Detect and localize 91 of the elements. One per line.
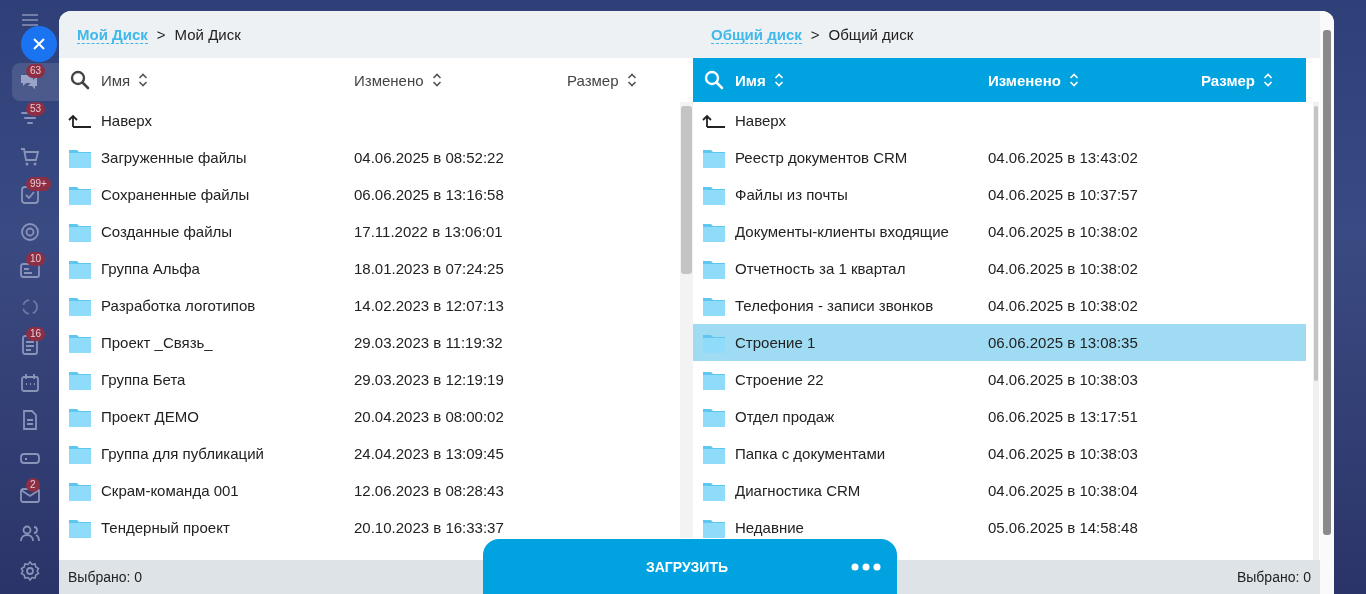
folder-row[interactable]: Загруженные файлы 04.06.2025 в 08:52:22 — [59, 139, 673, 176]
up-row[interactable]: Наверх — [59, 102, 673, 139]
modified-date: 04.06.2025 в 13:43:02 — [988, 149, 1138, 166]
folder-name: Файлы из почты — [735, 186, 848, 203]
modified-date: 29.03.2023 в 11:19:32 — [354, 334, 503, 351]
folder-row[interactable]: Проект _Связь_ 29.03.2023 в 11:19:32 — [59, 324, 673, 361]
folder-name: Отдел продаж — [735, 408, 835, 425]
folder-row[interactable]: Проект ДЕМО 20.04.2023 в 08:00:02 — [59, 398, 673, 435]
folder-name: Папка с документами — [735, 445, 886, 462]
folder-row[interactable]: Отдел продаж 06.06.2025 в 13:17:51 — [693, 398, 1306, 435]
sidebar-item[interactable]: 63 — [12, 63, 59, 101]
count-badge: 99+ — [26, 176, 51, 191]
column-header[interactable]: Размер — [567, 71, 619, 89]
folder-row[interactable]: Отчетность за 1 квартал 04.06.2025 в 10:38:02 — [693, 250, 1306, 287]
folder-row[interactable]: Скрам-команда 001 12.06.2023 в 08:28:43 — [59, 472, 673, 509]
modified-date: 06.06.2025 в 13:17:51 — [988, 408, 1138, 425]
count-badge: 2 — [26, 477, 40, 492]
breadcrumb-current: Мой Диск — [174, 26, 241, 43]
modified-date: 04.06.2025 в 10:38:02 — [988, 297, 1138, 314]
breadcrumb-current: Общий диск — [828, 26, 914, 43]
folder-row[interactable]: Недавние 05.06.2025 в 14:58:48 — [693, 509, 1306, 546]
modified-date: 20.04.2023 в 08:00:02 — [354, 408, 504, 425]
column-header[interactable]: Имя — [101, 71, 131, 89]
folder-name: Скрам-команда 001 — [101, 482, 239, 499]
modified-date: 18.01.2023 в 07:24:25 — [354, 260, 504, 277]
folder-name: Тендерный проект — [101, 519, 230, 536]
folder-row[interactable]: Разработка логотипов 14.02.2023 в 12:07:13 — [59, 287, 673, 324]
folder-name: Разработка логотипов — [101, 297, 256, 314]
modified-date: 04.06.2025 в 10:38:03 — [988, 445, 1138, 462]
folder-row[interactable]: Группа Бета 29.03.2023 в 12:19:19 — [59, 361, 673, 398]
folder-row[interactable]: Реестр документов CRM 04.06.2025 в 13:43:02 — [693, 139, 1306, 176]
modified-date: 12.06.2023 в 08:28:43 — [354, 482, 504, 499]
folder-row[interactable]: Телефония - записи звонков 04.06.2025 в 10:38:02 — [693, 287, 1306, 324]
count-badge: 10 — [26, 251, 46, 266]
sidebar-item[interactable]: 10 — [0, 250, 59, 289]
folder-name: Загруженные файлы — [101, 149, 247, 166]
folder-name: Строение 1 — [735, 334, 816, 351]
count-badge: 16 — [26, 327, 46, 342]
folder-name: Сохраненные файлы — [101, 186, 250, 203]
folder-row[interactable]: Папка с документами 04.06.2025 в 10:38:03 — [693, 435, 1306, 472]
folder-name: Недавние — [735, 519, 804, 536]
folder-name: Проект _Связь_ — [101, 334, 213, 351]
folder-name: Проект ДЕМО — [101, 408, 199, 425]
folder-name: Телефония - записи звонков — [735, 297, 934, 314]
folder-row[interactable]: Диагностика CRM 04.06.2025 в 10:38:04 — [693, 472, 1306, 509]
modified-date: 06.06.2025 в 13:08:35 — [988, 334, 1138, 351]
modified-date: 04.06.2025 в 10:38:02 — [988, 223, 1138, 240]
modified-date: 04.06.2025 в 10:37:57 — [988, 186, 1138, 203]
up-label: Наверх — [735, 112, 786, 129]
folder-row[interactable]: Файлы из почты 04.06.2025 в 10:37:57 — [693, 176, 1306, 213]
folder-name: Группа Бета — [101, 371, 186, 388]
modified-date: 29.03.2023 в 12:19:19 — [354, 371, 504, 388]
up-label: Наверх — [101, 112, 152, 129]
up-row[interactable]: Наверх — [693, 102, 1306, 139]
folder-row[interactable]: Сохраненные файлы 06.06.2025 в 13:16:58 — [59, 176, 673, 213]
modified-date: 24.04.2023 в 13:09:45 — [354, 445, 504, 462]
folder-row[interactable]: Документы-клиенты входящие 04.06.2025 в 10:38:02 — [693, 213, 1306, 250]
folder-row[interactable]: Строение 1 06.06.2025 в 13:08:35 — [693, 324, 1306, 361]
folder-name: Группа для публикаций — [101, 445, 264, 462]
modified-date: 20.10.2023 в 16:33:37 — [354, 519, 504, 536]
folder-name: Документы-клиенты входящие — [735, 223, 949, 240]
folder-row[interactable]: Группа для публикаций 24.04.2023 в 13:09:45 — [59, 435, 673, 472]
count-badge: 63 — [26, 64, 46, 78]
modified-date: 14.02.2023 в 12:07:13 — [354, 297, 504, 314]
folder-name: Строение 22 — [735, 371, 824, 388]
sidebar-item[interactable]: 99+ — [0, 175, 59, 214]
folder-row[interactable]: Созданные файлы 17.11.2022 в 13:06:01 — [59, 213, 673, 250]
selection-count: Выбрано: 0 — [1236, 569, 1311, 585]
folder-row[interactable]: Тендерный проект 20.10.2023 в 16:33:37 — [59, 509, 673, 546]
folder-name: Диагностика CRM — [735, 482, 861, 499]
selection-count: Выбрано: 0 — [68, 569, 143, 585]
folder-name: Реестр документов CRM — [735, 149, 908, 166]
folder-row[interactable]: Группа Альфа 18.01.2023 в 07:24:25 — [59, 250, 673, 287]
count-badge: 53 — [26, 101, 46, 116]
breadcrumb-separator: > — [810, 26, 820, 43]
sidebar-item[interactable]: 53 — [0, 100, 59, 139]
modified-date: 04.06.2025 в 10:38:04 — [988, 482, 1138, 499]
modified-date: 04.06.2025 в 10:38:02 — [988, 260, 1138, 277]
sidebar-item[interactable]: 16 — [0, 326, 59, 364]
sidebar-item[interactable]: 2 — [0, 476, 59, 515]
modified-date: 05.06.2025 в 14:58:48 — [988, 519, 1138, 536]
folder-name: Созданные файлы — [101, 223, 233, 240]
breadcrumb-separator: > — [156, 26, 166, 43]
modified-date: 06.06.2025 в 13:16:58 — [354, 186, 504, 203]
modified-date: 04.06.2025 в 08:52:22 — [354, 149, 504, 166]
folder-name: Отчетность за 1 квартал — [735, 260, 906, 277]
column-header[interactable]: Изменено — [354, 71, 424, 89]
folder-row[interactable]: Строение 22 04.06.2025 в 10:38:03 — [693, 361, 1306, 398]
folder-name: Группа Альфа — [101, 260, 200, 277]
modified-date: 17.11.2022 в 13:06:01 — [354, 223, 503, 240]
modified-date: 04.06.2025 в 10:38:03 — [988, 371, 1138, 388]
